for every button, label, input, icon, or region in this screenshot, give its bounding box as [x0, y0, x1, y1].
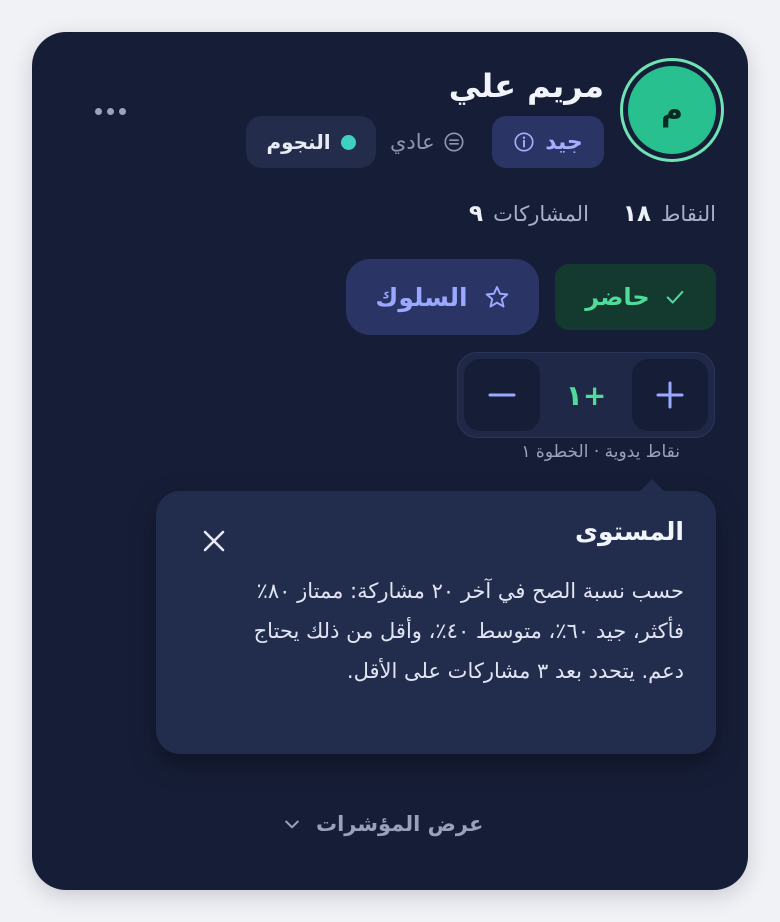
minus-icon — [488, 393, 516, 397]
level-tooltip: المستوى حسب نسبة الصح في آخر ٢٠ مشاركة: … — [156, 479, 716, 754]
points-stat: النقاط ١٨ — [623, 201, 716, 227]
participations-stat: المشاركات ٩ — [469, 201, 589, 227]
show-metrics-toggle[interactable]: عرض المؤشرات — [282, 804, 483, 844]
tooltip-title: المستوى — [575, 517, 684, 546]
plus-icon — [656, 381, 684, 409]
team-badge: النجوم — [246, 116, 376, 168]
show-metrics-label: عرض المؤشرات — [316, 812, 484, 836]
chevron-down-icon — [285, 820, 299, 829]
mode-indicator: عادي — [390, 118, 465, 166]
more-dot-icon — [118, 107, 126, 115]
present-label: حاضر — [585, 283, 650, 311]
star-icon — [485, 286, 508, 308]
present-button[interactable]: حاضر — [555, 264, 716, 330]
more-dot-icon — [106, 107, 114, 115]
tooltip-arrow — [638, 479, 666, 493]
increment-button[interactable] — [632, 359, 708, 431]
more-dot-icon — [94, 107, 102, 115]
behavior-button[interactable]: السلوك — [346, 259, 539, 335]
decrement-button[interactable] — [464, 359, 540, 431]
points-stepper: +١ — [457, 352, 715, 438]
points-label: النقاط — [660, 202, 716, 226]
stepper-value: +١ — [565, 378, 607, 412]
student-card: م مريم علي جيد عادي النجوم النقاط ١٨ الم… — [32, 32, 748, 890]
stats-row: النقاط ١٨ المشاركات ٩ — [469, 196, 716, 232]
behavior-label: السلوك — [375, 282, 468, 312]
close-icon[interactable] — [202, 529, 226, 553]
level-badge[interactable]: جيد — [492, 116, 604, 168]
participations-value: ٩ — [469, 201, 484, 227]
avatar-ring: م — [620, 58, 724, 162]
more-options-button[interactable] — [88, 100, 132, 122]
team-name: النجوم — [266, 130, 331, 154]
avatar: م — [628, 66, 716, 154]
participations-label: المشاركات — [493, 202, 589, 226]
stepper-caption: نقاط يدوية · الخطوة ١ — [521, 442, 680, 462]
level-badge-label: جيد — [545, 129, 583, 155]
equals-circle-icon — [444, 132, 464, 152]
tooltip-body: حسب نسبة الصح في آخر ٢٠ مشاركة: ممتاز ٨٠… — [253, 579, 684, 683]
points-value: ١٨ — [622, 201, 651, 227]
team-dot-icon — [340, 134, 356, 150]
student-name: مريم علي — [448, 67, 604, 105]
mode-label: عادي — [390, 130, 435, 154]
info-icon — [514, 132, 534, 152]
check-icon — [666, 290, 684, 304]
